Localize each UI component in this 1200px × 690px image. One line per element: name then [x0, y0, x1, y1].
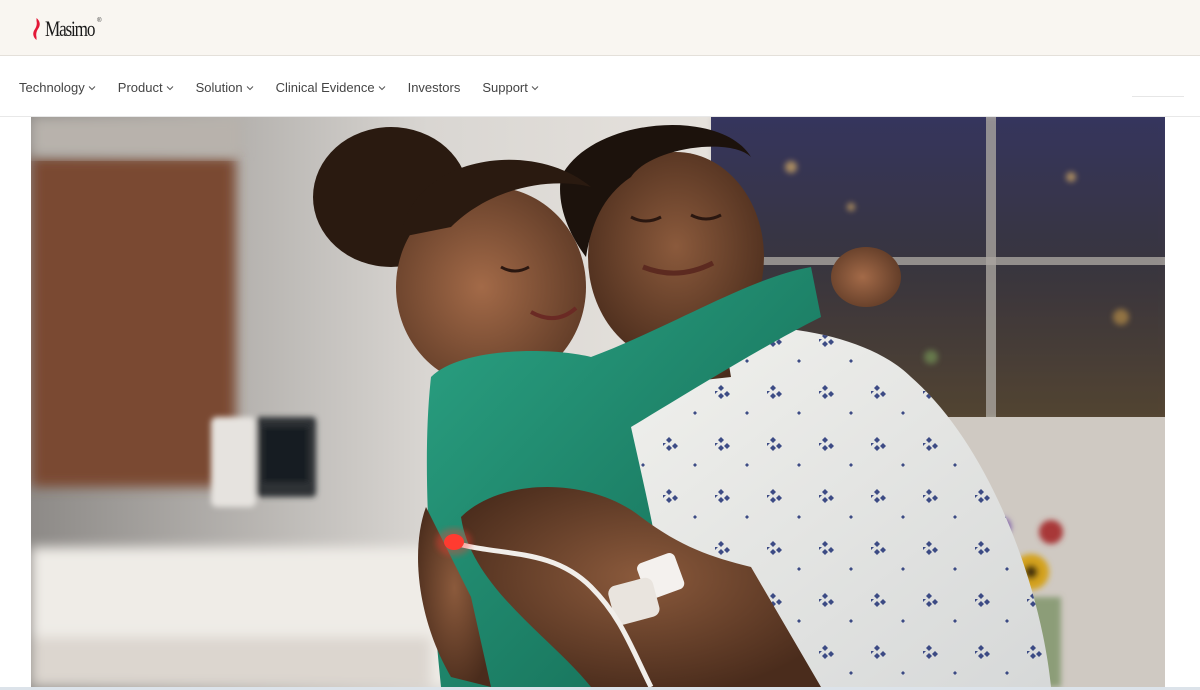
nav-item-label: Support	[482, 80, 528, 95]
logo-wordmark: Masimo	[45, 16, 95, 41]
nav-item-label: Clinical Evidence	[275, 80, 375, 95]
nav-item-label: Solution	[195, 80, 243, 95]
chevron-down-icon	[531, 85, 539, 90]
nav-item-label: Technology	[19, 80, 85, 95]
hero-image	[31, 117, 1165, 687]
nav-item-label: Product	[117, 80, 163, 95]
nav-item-investors[interactable]: Investors	[408, 80, 461, 95]
top-brand-bar: Masimo ®	[0, 0, 1200, 56]
nav-item-solution[interactable]: Solution	[196, 80, 254, 95]
nav-menu: Technology Product Solution Clinical Evi…	[19, 80, 561, 95]
masimo-logo[interactable]: Masimo ®	[31, 15, 116, 43]
chevron-down-icon	[166, 85, 173, 90]
chevron-down-icon	[378, 85, 385, 90]
nav-item-support[interactable]: Support	[482, 80, 539, 95]
masimo-logo-icon	[33, 18, 40, 40]
chevron-down-icon	[88, 85, 96, 90]
nav-item-technology[interactable]: Technology	[19, 80, 96, 95]
nav-item-label: Investors	[407, 80, 461, 95]
nav-item-product[interactable]: Product	[118, 80, 174, 95]
nav-item-clinical-evidence[interactable]: Clinical Evidence	[276, 80, 386, 95]
logo-registered-mark: ®	[97, 18, 102, 24]
main-navigation: Technology Product Solution Clinical Evi…	[0, 56, 1200, 117]
nav-divider	[1132, 96, 1184, 97]
hero-photo	[31, 117, 1165, 687]
chevron-down-icon	[246, 85, 253, 90]
